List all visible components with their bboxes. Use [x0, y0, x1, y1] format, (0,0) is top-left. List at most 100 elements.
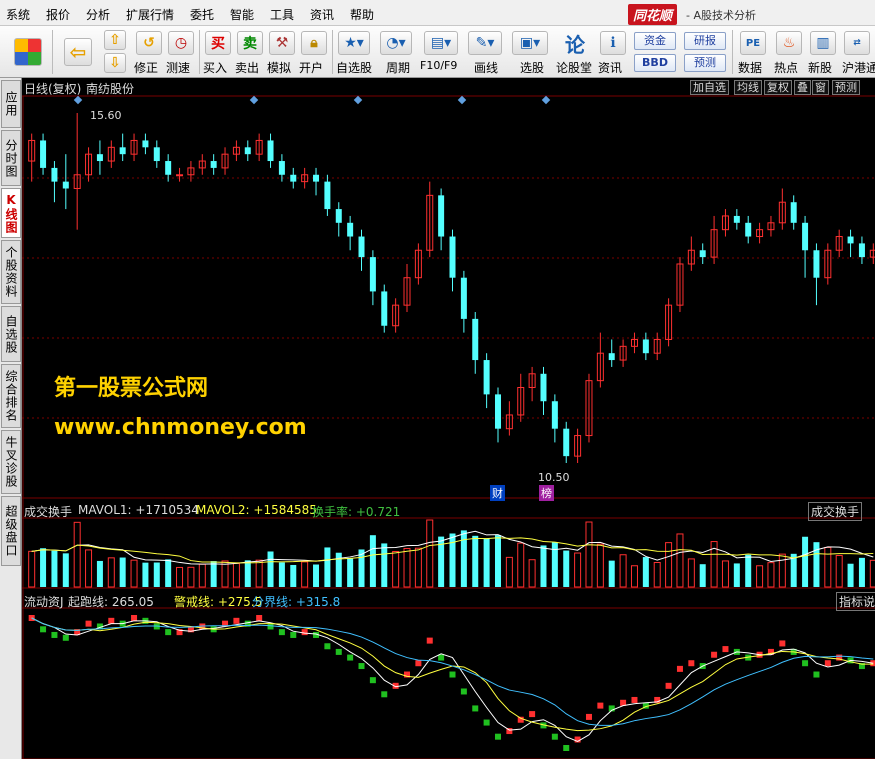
candle-body [96, 154, 103, 162]
indicator-dot [711, 651, 718, 658]
volume-bar [324, 547, 331, 587]
news-button[interactable]: ℹ 资讯 [598, 26, 628, 78]
page-updown-button[interactable]: ⇧ ⇩ [102, 26, 128, 78]
fix-button[interactable]: ↺ 修正 [134, 26, 164, 78]
sell-icon: 卖 [237, 31, 263, 55]
overlay-button[interactable]: 叠 [794, 80, 811, 95]
add-watchlist-button[interactable]: 加自选 [690, 80, 729, 95]
new-stock-button[interactable]: ▥ 新股 [808, 26, 838, 78]
forecast-chart-button[interactable]: 预测 [832, 80, 860, 95]
menu-tools[interactable]: 工具 [270, 6, 294, 23]
hammer-icon: ⚒ [269, 31, 295, 55]
stock-picker-button[interactable]: ▣▾ 选股 [512, 26, 552, 78]
indicator-dot [62, 634, 69, 641]
candle-body [278, 161, 285, 175]
tab-ranking-label: 综合排名 [4, 370, 18, 422]
indicator-dot [381, 691, 388, 698]
candle-body [551, 401, 558, 429]
layout-button[interactable] [8, 26, 42, 78]
news-label: 资讯 [598, 61, 623, 75]
finance-marker[interactable]: 财 [490, 485, 505, 501]
high-price-label: 15.60 [90, 109, 122, 122]
tab-kline[interactable]: K线图 [1, 188, 21, 238]
bbd-button[interactable]: BBD [634, 54, 676, 72]
window-button[interactable]: 窗 [812, 80, 829, 95]
forum-icon: 论 [565, 32, 585, 57]
candle-body [347, 222, 354, 237]
tab-intraday[interactable]: 分时图 [1, 130, 21, 186]
candle-body [563, 428, 570, 457]
indicator-help-button[interactable]: 指标说 [836, 592, 875, 611]
open-account-button[interactable]: 🔒︎ 开户 [299, 26, 329, 78]
menu-smart[interactable]: 智能 [230, 6, 254, 23]
tab-apps[interactable]: 应用 [1, 80, 21, 128]
candle-body [290, 174, 297, 182]
watermark-title: 第一股票公式网 [54, 376, 209, 401]
tab-ranking[interactable]: 综合排名 [1, 364, 21, 428]
volume-bar [221, 560, 229, 588]
ma-button[interactable]: 均线 [734, 80, 762, 95]
buy-button[interactable]: 买 买入 [203, 26, 233, 78]
indicator-dot [40, 626, 47, 633]
forecast-button[interactable]: 预测 [684, 54, 726, 72]
tab-stock-profile[interactable]: 个股资料 [1, 240, 21, 304]
shhk-connect-button[interactable]: ⇄ 沪港通 [842, 26, 875, 78]
forum-label: 论股堂 [556, 61, 593, 75]
menu-analysis[interactable]: 分析 [86, 6, 110, 23]
brand-logo: 同花顺 [628, 4, 678, 25]
data-button[interactable]: PE 数据 [738, 26, 768, 78]
research-button[interactable]: 研报 [684, 32, 726, 50]
simulate-label: 模拟 [267, 61, 292, 75]
rights-button[interactable]: 复权 [764, 80, 792, 95]
candle-body [733, 215, 740, 223]
event-diamond [353, 95, 363, 105]
volume-bar [665, 542, 673, 588]
volume-bar [210, 561, 217, 587]
f10-button[interactable]: ▤▾ F10/F9 [420, 26, 464, 78]
candle-body [608, 353, 615, 361]
kline-title: 日线(复权) [24, 82, 82, 96]
tab-diagnosis[interactable]: 牛叉诊股 [1, 430, 21, 494]
back-button[interactable]: ⇦ [62, 26, 92, 78]
draw-button[interactable]: ✎▾ 画线 [466, 26, 506, 78]
menu-system[interactable]: 系统 [6, 6, 30, 23]
chart-area[interactable]: 日线(复权) 南纺股份 加自选 均线 复权 叠 窗 预测 15.60 10.50… [22, 78, 875, 759]
candle-body [858, 243, 865, 258]
menu-extended-market[interactable]: 扩展行情 [126, 6, 174, 23]
volume-indicator-button[interactable]: 成交换手 [808, 502, 863, 521]
candle-body [699, 250, 706, 258]
ranking-marker[interactable]: 榜 [539, 485, 554, 501]
sell-button[interactable]: 卖 卖出 [235, 26, 265, 78]
forum-button[interactable]: 论 论股堂 [556, 26, 594, 78]
indicator-dot [563, 745, 570, 751]
simulate-button[interactable]: ⚒ 模拟 [267, 26, 297, 78]
period-button[interactable]: ◔▾ 周期 [378, 26, 416, 78]
hotspot-label: 热点 [774, 61, 799, 75]
data-label: 数据 [738, 61, 763, 75]
candle-body [119, 147, 126, 155]
hotspot-button[interactable]: ♨ 热点 [774, 26, 804, 78]
lock-icon: 🔒︎ [301, 31, 327, 55]
tab-watchlist[interactable]: 自选股 [1, 306, 21, 362]
volume-bar [721, 560, 729, 588]
speedtest-button[interactable]: ◷ 测速 [166, 26, 196, 78]
menu-quote[interactable]: 报价 [46, 6, 70, 23]
indicator-dot [722, 646, 729, 653]
newstock-icon: ▥ [810, 31, 836, 55]
indicator-dot [460, 688, 467, 695]
menu-trade[interactable]: 委托 [190, 6, 214, 23]
watchlist-button[interactable]: ★▾ 自选股 [336, 26, 374, 78]
menu-news[interactable]: 资讯 [310, 6, 334, 23]
event-diamond [541, 95, 551, 105]
capital-button[interactable]: 资金 [634, 32, 676, 50]
menu-help[interactable]: 帮助 [350, 6, 374, 23]
star-icon: ★▾ [338, 31, 370, 55]
volume-bar [403, 548, 411, 588]
volume-bar [505, 556, 513, 588]
turnover-value: 换手率: +0.721 [312, 505, 401, 519]
indicator-dot [688, 660, 695, 667]
tab-diagnosis-label: 牛叉诊股 [4, 436, 18, 488]
tab-super-book[interactable]: 超级盘口 [1, 496, 21, 566]
indicator-dot [494, 733, 501, 740]
volume-bar [745, 554, 752, 587]
